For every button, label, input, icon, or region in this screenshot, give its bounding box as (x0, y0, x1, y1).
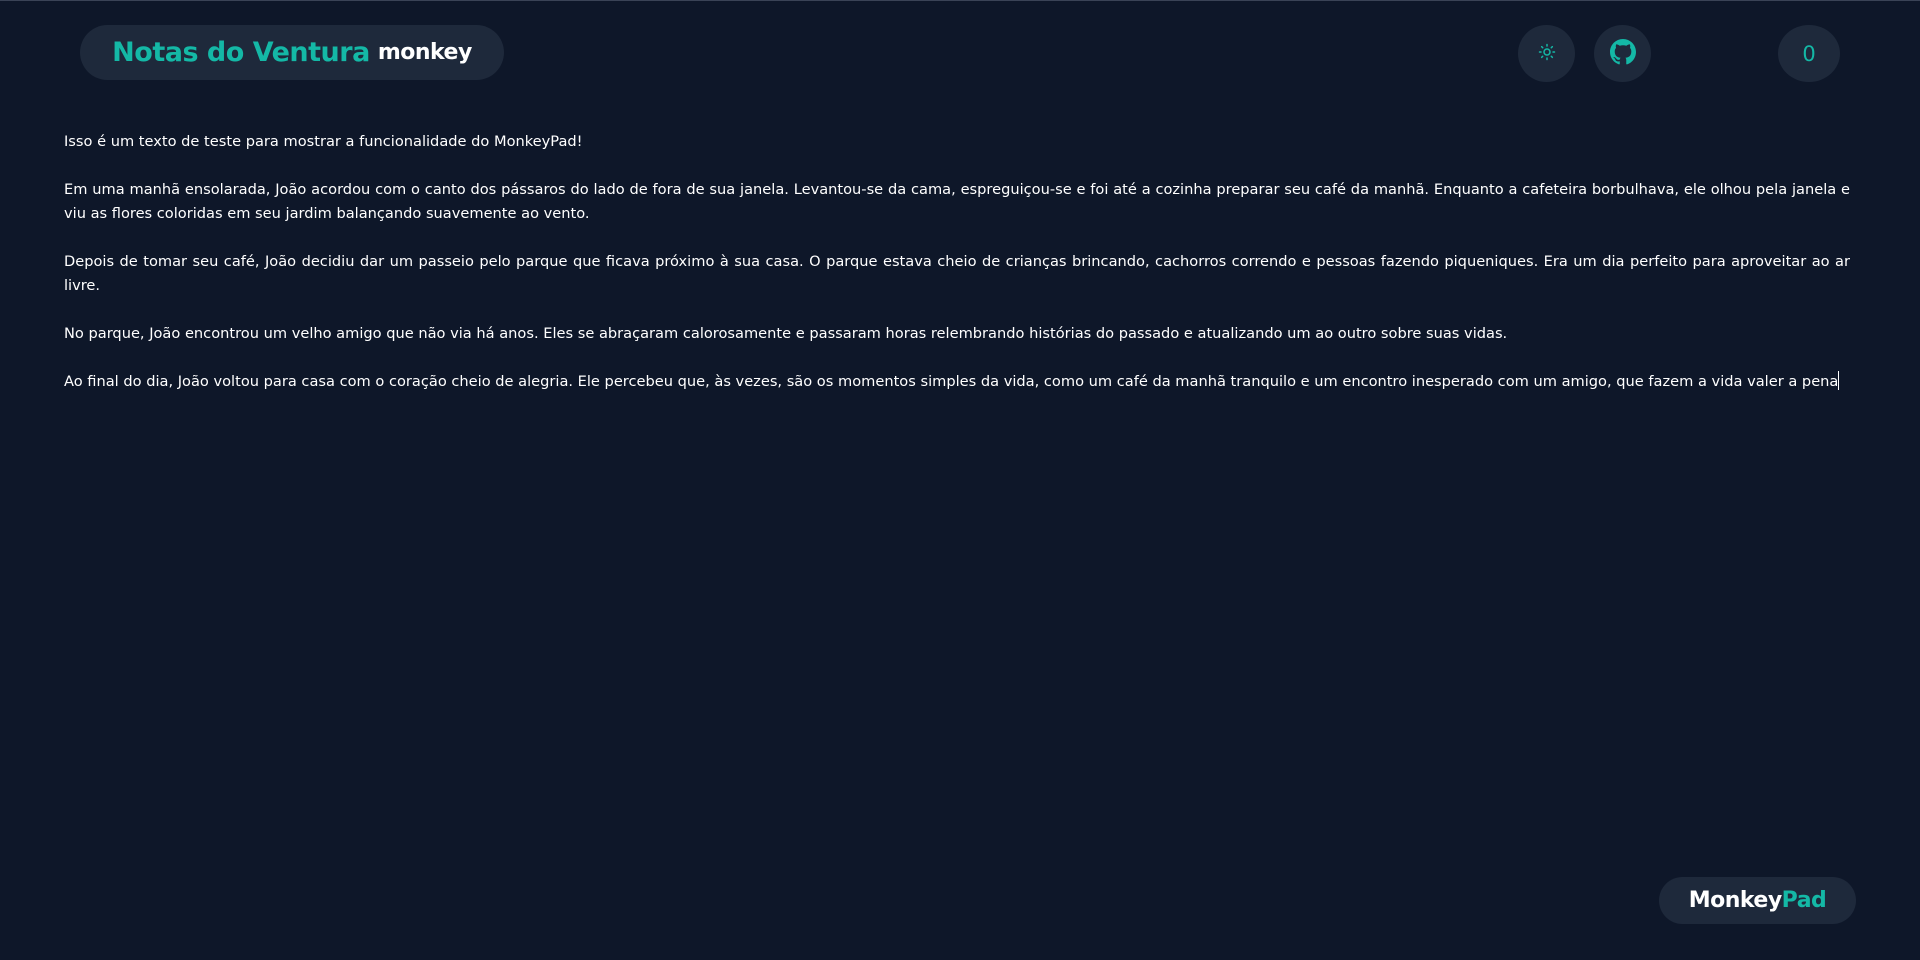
editor-paragraph-5-text: Ao final do dia, João voltou para casa c… (64, 373, 1839, 390)
brand-part-pad: Pad (1781, 888, 1827, 913)
app-title-main: Notas do Ventura (112, 37, 370, 68)
text-caret (1838, 371, 1840, 390)
character-counter[interactable]: 0 (1778, 25, 1840, 82)
editor-paragraph-1: Isso é um texto de teste para mostrar a … (64, 133, 583, 150)
counter-value: 0 (1802, 41, 1816, 66)
editor-paragraph-3: Depois de tomar seu café, João decidiu d… (64, 253, 1850, 294)
editor-paragraph-2: Em uma manhã ensolarada, João acordou co… (64, 181, 1850, 222)
app-title-sub: monkey (377, 40, 473, 65)
note-editor[interactable]: Isso é um texto de teste para mostrar a … (64, 130, 1850, 394)
top-border (0, 0, 1920, 1)
sun-icon (1538, 43, 1556, 65)
app-title: Notas do Ventura monkey (80, 25, 504, 80)
editor-paragraph-5: Ao final do dia, João voltou para casa c… (64, 370, 1850, 394)
editor-paragraph-4: No parque, João encontrou um velho amigo… (64, 325, 1508, 342)
brand-logo: Monkey Pad (1659, 877, 1856, 924)
github-link-button[interactable] (1594, 25, 1651, 82)
brand-part-monkey: Monkey (1688, 888, 1782, 913)
theme-toggle-button[interactable] (1518, 25, 1575, 82)
github-icon (1609, 38, 1636, 69)
